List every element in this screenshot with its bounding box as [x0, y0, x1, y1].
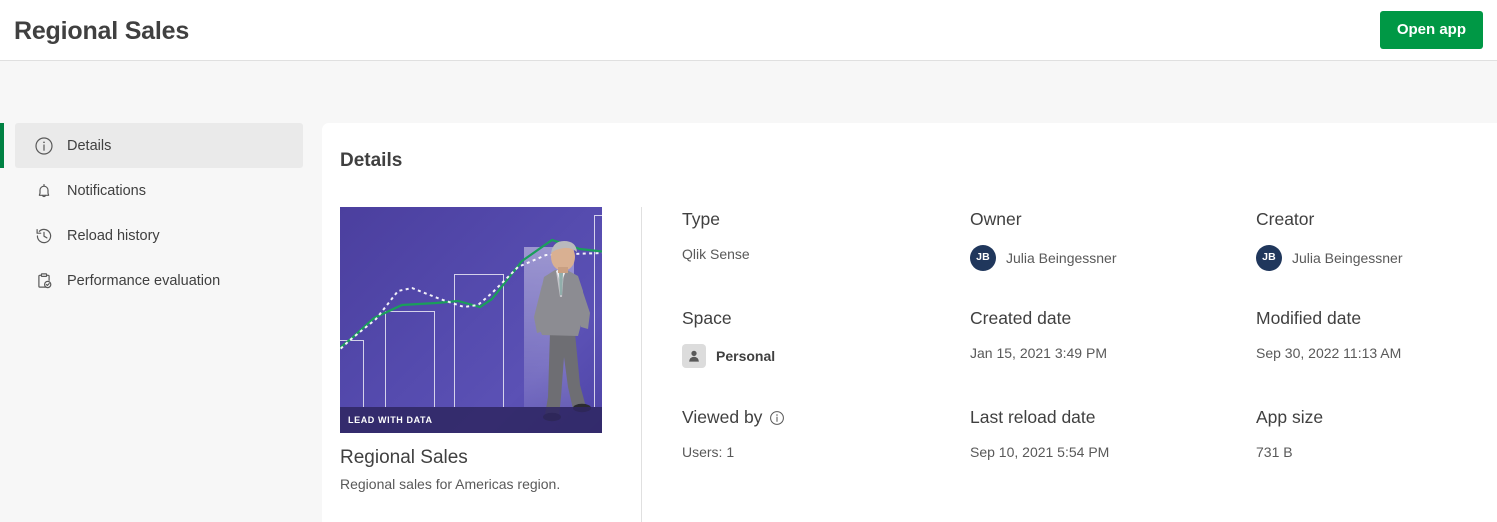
sidebar-item-label: Performance evaluation	[67, 272, 221, 289]
page-shell: Details Notifications Reload history Per…	[0, 61, 1497, 522]
sidebar-item-details[interactable]: Details	[0, 123, 303, 168]
history-clock-icon	[33, 225, 55, 247]
field-value: JB Julia Beingessner	[970, 245, 1256, 271]
field-created-date: Created date Jan 15, 2021 3:49 PM	[970, 306, 1256, 405]
details-heading: Details	[340, 150, 403, 171]
details-content-row: LEAD WITH DATA Regional Sales Regional s…	[340, 207, 1497, 522]
field-value: Qlik Sense	[682, 246, 750, 262]
person-icon	[682, 344, 706, 368]
field-label: Last reload date	[970, 407, 1096, 427]
bell-icon	[33, 180, 55, 202]
app-header: Regional Sales Open app	[0, 0, 1497, 61]
info-circle-icon[interactable]	[769, 410, 785, 426]
sidebar-nav: Details Notifications Reload history Per…	[0, 61, 322, 522]
field-value: Sep 30, 2022 11:13 AM	[1256, 345, 1402, 361]
sidebar-item-performance-evaluation[interactable]: Performance evaluation	[15, 258, 303, 303]
field-label: Type	[682, 209, 720, 229]
field-value: 731 B	[1256, 444, 1293, 460]
field-modified-date: Modified date Sep 30, 2022 11:13 AM	[1256, 306, 1497, 405]
field-type: Type Qlik Sense	[682, 207, 970, 306]
thumbnail-banner: LEAD WITH DATA	[340, 407, 602, 433]
field-value: JB Julia Beingessner	[1256, 245, 1497, 271]
app-description: Regional sales for Americas region.	[340, 475, 561, 492]
field-label: Modified date	[1256, 308, 1362, 328]
avatar: JB	[1256, 245, 1282, 271]
app-thumbnail-column: LEAD WITH DATA Regional Sales Regional s…	[340, 207, 641, 522]
sidebar-item-notifications[interactable]: Notifications	[15, 168, 303, 213]
space-name[interactable]: Personal	[716, 347, 775, 365]
clipboard-check-icon	[33, 270, 55, 292]
page-title: Regional Sales	[14, 17, 190, 45]
field-label: Viewed by	[682, 407, 970, 428]
details-panel: Details LEAD WITH DATA Regional Sales Re…	[322, 123, 1497, 522]
open-app-button[interactable]: Open app	[1379, 11, 1483, 49]
info-circle-icon	[33, 135, 55, 157]
avatar: JB	[970, 245, 996, 271]
sidebar-item-label: Notifications	[67, 182, 146, 199]
field-value: Users: 1	[682, 444, 735, 460]
field-label: App size	[1256, 407, 1324, 427]
sidebar-item-reload-history[interactable]: Reload history	[15, 213, 303, 258]
app-name: Regional Sales	[340, 447, 468, 468]
creator-name: Julia Beingessner	[1292, 249, 1403, 266]
field-label: Owner	[970, 209, 1022, 229]
app-thumbnail-image: LEAD WITH DATA	[340, 207, 602, 433]
field-app-size: App size 731 B	[1256, 405, 1497, 504]
field-viewed-by: Viewed by Users: 1	[682, 405, 970, 504]
field-owner: Owner JB Julia Beingessner	[970, 207, 1256, 306]
viewed-by-label: Viewed by	[682, 407, 763, 427]
field-label: Space	[682, 308, 732, 328]
field-value: Sep 10, 2021 5:54 PM	[970, 444, 1110, 460]
field-last-reload-date: Last reload date Sep 10, 2021 5:54 PM	[970, 405, 1256, 504]
field-value: Jan 15, 2021 3:49 PM	[970, 345, 1107, 361]
field-creator: Creator JB Julia Beingessner	[1256, 207, 1497, 306]
field-value: Personal	[682, 344, 970, 368]
field-label: Created date	[970, 308, 1072, 328]
businessman-figure	[534, 241, 591, 422]
sidebar-item-label: Reload history	[67, 227, 160, 244]
owner-name: Julia Beingessner	[1006, 249, 1117, 266]
details-fields-grid: Type Qlik Sense Owner JB Julia Beingessn…	[642, 207, 1497, 522]
sidebar-item-label: Details	[67, 137, 112, 154]
field-space: Space Personal	[682, 306, 970, 405]
field-label: Creator	[1256, 209, 1315, 229]
